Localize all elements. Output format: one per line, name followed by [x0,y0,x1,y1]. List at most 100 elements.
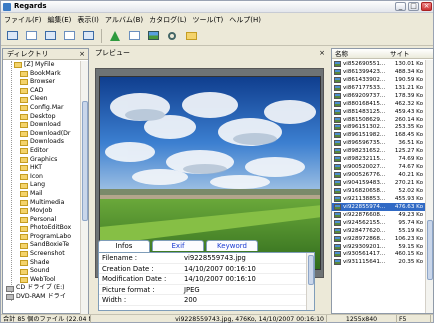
tree-item[interactable]: Personal [3,216,81,225]
menu-help[interactable]: ヘルプ(H) [229,15,261,25]
menu-edit[interactable]: 編集(E) [48,15,72,25]
menu-album[interactable]: アルバム(B) [105,15,143,25]
tree-item[interactable]: Config.Mar [3,104,81,113]
file-row[interactable]: vi867177533... 131.21 Ko [332,84,426,92]
tree-item[interactable]: ProgramLabo [3,233,81,242]
tree-item-cd-drive[interactable]: CD ドライブ (E:) [3,284,81,293]
tree-item[interactable]: Sound [3,267,81,276]
tab-exif[interactable]: Exif [152,240,204,251]
menu-bar: ファイル(F) 編集(E) 表示(I) アルバム(B) カタログ(L) ツール(… [1,14,433,25]
file-size: 20.35 Ko [398,259,423,266]
layout-1-button[interactable] [4,28,20,43]
tree-item[interactable]: PhotoEditBox [3,224,81,233]
layout-4-button[interactable] [61,28,77,43]
tree-item[interactable]: MovJob [3,207,81,216]
folder-up-button[interactable] [107,28,123,43]
scroll-thumb[interactable] [308,255,314,285]
column-name[interactable]: 名称 [335,49,348,59]
tree-item[interactable]: Lang [3,181,81,190]
file-row[interactable]: vi898231652... 125.27 Ko [332,147,426,155]
tree-item[interactable]: Cleen [3,95,81,104]
file-row[interactable]: vi881508629... 260.14 Ko [332,116,426,124]
layout-2-button[interactable] [23,28,39,43]
folder-icon [20,96,28,103]
tree-item[interactable]: BookMark [3,70,81,79]
tree-item[interactable]: Desktop [3,113,81,122]
scroll-thumb[interactable] [427,220,433,280]
file-row[interactable]: vi922876608... 49.23 Ko [332,211,426,219]
tab-infos[interactable]: Infos [98,240,150,252]
file-row[interactable]: vi928477620... 55.19 Ko [332,227,426,235]
thumbnail-icon [334,203,341,210]
tree-item[interactable]: [Z] MyFile [3,61,81,70]
tree-item[interactable]: SandBoxieTe [3,241,81,250]
thumbnail-icon [334,164,341,171]
thumbnail-icon [334,251,341,258]
tree-item[interactable]: Screenshot [3,250,81,259]
file-row[interactable]: vi869209737... 178.39 Ko [332,92,426,100]
title-bar[interactable]: Regards _ □ × [1,1,433,13]
preview-close-icon[interactable]: × [319,48,325,59]
file-row[interactable]: vi931115641... 20.35 Ko [332,258,426,266]
file-row[interactable]: vi928972868... 106.23 Ko [332,235,426,243]
tree-item[interactable]: Download(Dr [3,130,81,139]
file-row[interactable]: vi861433902... 190.59 Ko [332,76,426,84]
tree-item[interactable]: Downloads [3,138,81,147]
folder-button[interactable] [183,28,199,43]
file-row[interactable]: vi922855974... 476.63 Ko [332,202,426,211]
file-name: vi861433902... [343,76,386,83]
layout-5-button[interactable] [80,28,96,43]
tree-item-dvd-drive[interactable]: DVD-RAM ドライ [3,293,81,302]
tree-item[interactable]: Mail [3,190,81,199]
tree-item[interactable]: Download [3,121,81,130]
file-name: vi869209737... [343,92,386,99]
file-row[interactable]: vi930561417... 460.15 Ko [332,251,426,259]
file-name: vi900526776... [343,172,386,179]
file-row[interactable]: vi852690551... 130.01 Ko [332,60,426,68]
tree-item[interactable]: Icon [3,173,81,182]
info-scrollbar[interactable] [306,253,314,310]
directory-scrollbar[interactable] [80,61,88,314]
file-list-scrollbar[interactable] [425,60,433,313]
minimize-button[interactable]: _ [395,2,406,11]
search-button[interactable] [164,28,180,43]
slideshow-button[interactable] [145,28,161,43]
menu-view[interactable]: 表示(I) [77,15,99,25]
maximize-button[interactable]: □ [408,2,419,11]
tree-item[interactable]: Shade [3,259,81,268]
file-row[interactable]: vi904159483... 270.21 Ko [332,179,426,187]
file-row[interactable]: vi900526776... 40.21 Ko [332,171,426,179]
folder-icon [20,165,28,172]
file-row[interactable]: vi896151302... 253.35 Ko [332,124,426,132]
column-size[interactable]: サイト [390,49,410,59]
tree-item[interactable]: Browser [3,78,81,87]
tree-item[interactable]: Multimedia [3,199,81,208]
file-row[interactable]: vi881483125... 459.43 Ko [332,108,426,116]
file-row[interactable]: vi880168415... 462.32 Ko [332,100,426,108]
tab-keyword[interactable]: Keyword [206,240,258,251]
file-row[interactable]: vi896151982... 168.45 Ko [332,131,426,139]
folder-icon [20,251,28,258]
file-row[interactable]: vi929309201... 59.15 Ko [332,243,426,251]
tree-item[interactable]: Graphics [3,156,81,165]
tree-item[interactable]: CAD [3,87,81,96]
tree-item[interactable]: Editor [3,147,81,156]
file-row[interactable]: vi900520027... 74.67 Ko [332,163,426,171]
directory-close-icon[interactable]: × [79,49,85,60]
layout-3-button[interactable] [42,28,58,43]
file-row[interactable]: vi861399423... 488.34 Ko [332,68,426,76]
file-row[interactable]: vi898232115... 74.69 Ko [332,155,426,163]
menu-file[interactable]: ファイル(F) [4,15,42,25]
file-row[interactable]: vi896596735... 36.51 Ko [332,139,426,147]
file-row[interactable]: vi924562155... 95.74 Ko [332,219,426,227]
info-row: Filename : vi9228559743.jpg [99,253,314,264]
menu-tools[interactable]: ツール(T) [193,15,224,25]
close-button[interactable]: × [421,2,432,11]
file-row[interactable]: vi921138853... 455.93 Ko [332,195,426,203]
file-row[interactable]: vi916820658... 52.02 Ko [332,187,426,195]
fullscreen-button[interactable] [126,28,142,43]
search-icon [168,31,176,40]
scroll-thumb[interactable] [82,101,88,221]
menu-catalog[interactable]: カタログ(L) [149,15,186,25]
tree-item[interactable]: HKT [3,164,81,173]
